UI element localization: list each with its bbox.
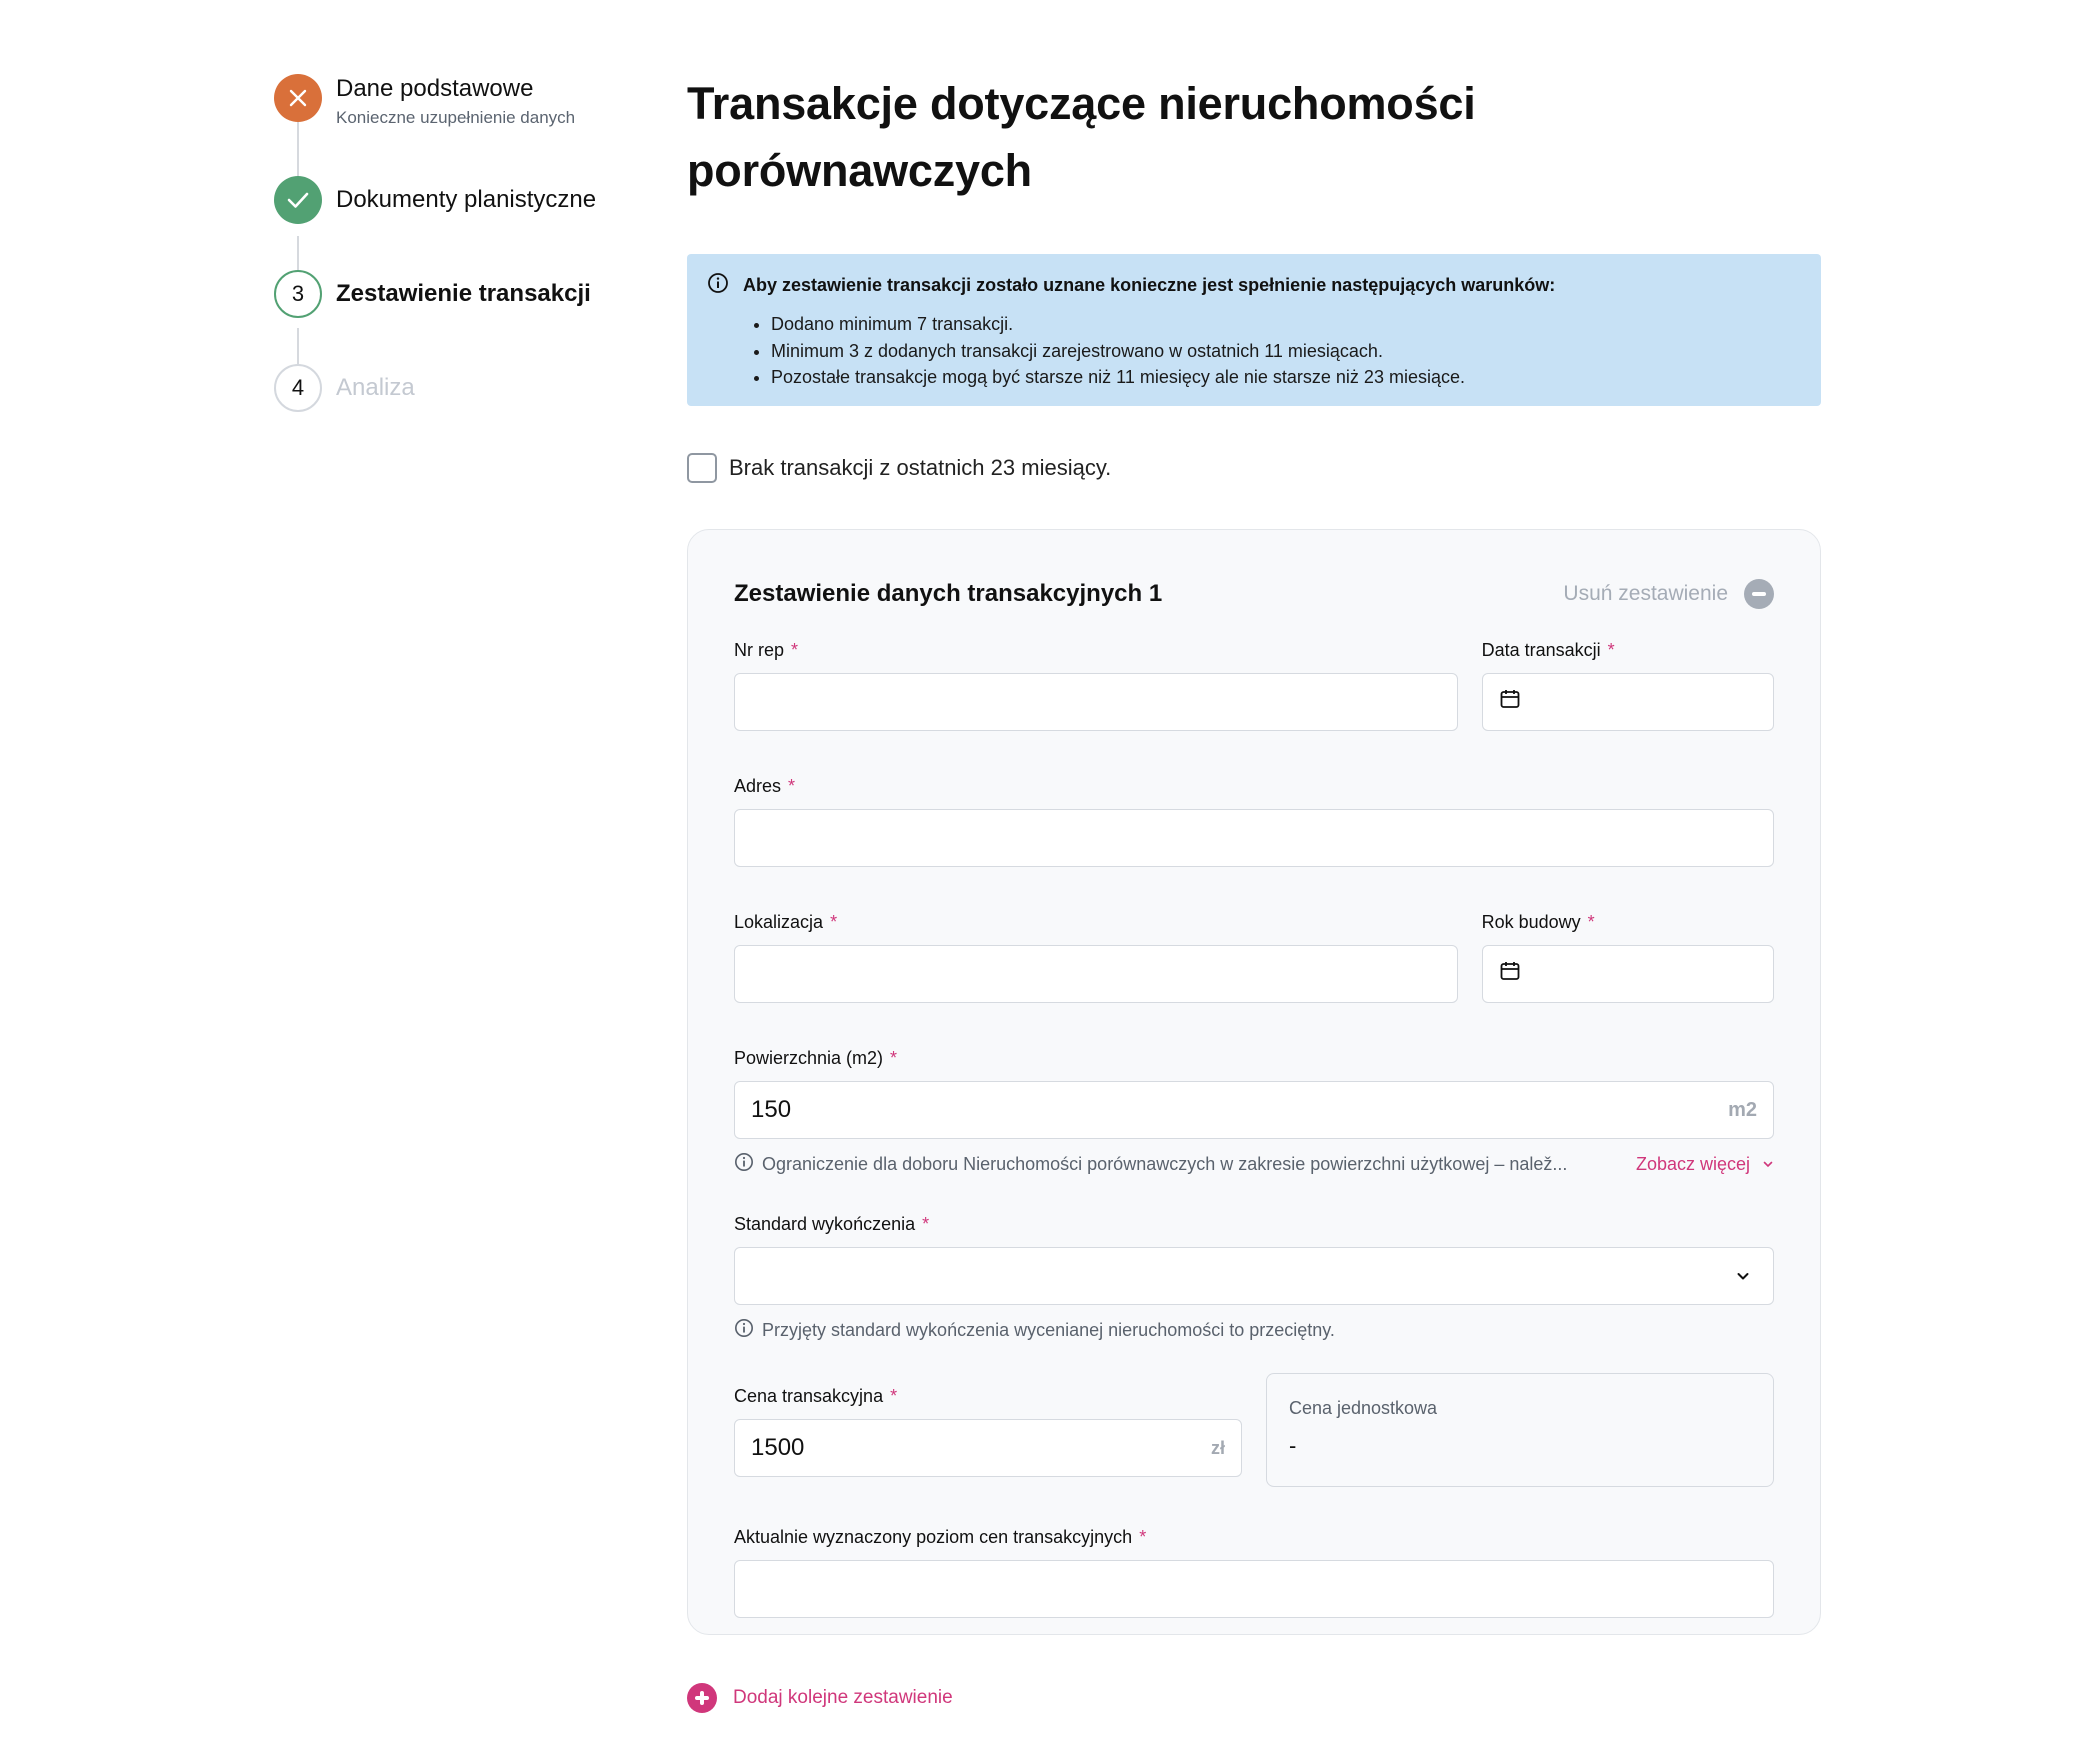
remove-statement-button[interactable]: Usuń zestawienie [1563, 579, 1774, 609]
transaction-price-value: 1500 [751, 1434, 805, 1461]
info-icon [734, 1152, 754, 1177]
address-label: Adres * [734, 776, 796, 796]
see-more-link[interactable]: Zobacz więcej [1636, 1154, 1774, 1175]
alert-item: Dodano minimum 7 transakcji. [771, 311, 1799, 338]
alert-item: Pozostałe transakcje mogą być starsze ni… [771, 364, 1799, 391]
info-alert: Aby zestawienie transakcji zostało uznan… [687, 254, 1821, 406]
info-icon [734, 1318, 754, 1343]
area-label: Powierzchnia (m2) * [734, 1048, 898, 1068]
finish-standard-hint: Przyjęty standard wykończenia wycenianej… [734, 1317, 1774, 1343]
step-dane-podstawowe[interactable]: Dane podstawowe Konieczne uzupełnienie d… [274, 74, 575, 128]
no-transactions-option: Brak transakcji z ostatnich 23 miesiący. [687, 453, 1821, 483]
card-title: Zestawienie danych transakcyjnych 1 [734, 580, 1163, 607]
info-icon [707, 272, 729, 299]
main-content: Transakcje dotyczące nieruchomości porów… [687, 70, 1821, 1713]
transaction-price-input[interactable]: 1500 zł [734, 1419, 1242, 1477]
build-year-input[interactable] [1481, 945, 1774, 1003]
area-value: 150 [751, 1096, 792, 1123]
add-statement-label: Dodaj kolejne zestawienie [733, 1687, 953, 1708]
nr-rep-input[interactable] [734, 673, 1458, 731]
area-hint-text: Ograniczenie dla doboru Nieruchomości po… [762, 1153, 1568, 1174]
minus-circle-icon [1744, 579, 1774, 609]
finish-standard-select[interactable] [734, 1247, 1774, 1305]
finish-standard-hint-text: Przyjęty standard wykończenia wycenianej… [762, 1319, 1335, 1340]
check-icon [274, 176, 322, 224]
nr-rep-label: Nr rep * [734, 640, 799, 660]
address-input[interactable] [734, 809, 1774, 867]
finish-standard-label: Standard wykończenia * [734, 1214, 930, 1234]
step-title: Zestawienie transakcji [336, 280, 591, 307]
plus-circle-icon [687, 1683, 717, 1713]
close-icon [274, 74, 322, 122]
no-transactions-checkbox[interactable] [687, 453, 717, 483]
calendar-icon [1499, 960, 1521, 989]
transaction-price-label: Cena transakcyjna * [734, 1386, 898, 1406]
unit-price-label: Cena jednostkowa [1288, 1398, 1438, 1418]
transaction-date-label: Data transakcji * [1481, 640, 1615, 660]
area-input[interactable]: 150 m2 [734, 1081, 1774, 1139]
unit-price-box: Cena jednostkowa - [1265, 1373, 1774, 1487]
unit-price-value: - [1288, 1433, 1297, 1458]
stepper-connector [297, 122, 299, 182]
step-zestawienie-transakcji[interactable]: 3 Zestawienie transakcji [274, 270, 591, 318]
alert-heading: Aby zestawienie transakcji zostało uznan… [743, 275, 1556, 295]
add-statement-button[interactable]: Dodaj kolejne zestawienie [687, 1683, 1821, 1713]
alert-list: Dodano minimum 7 transakcji. Minimum 3 z… [771, 311, 1799, 391]
step-number: 4 [274, 364, 322, 412]
step-subtitle: Konieczne uzupełnienie danych [336, 108, 576, 127]
step-analiza[interactable]: 4 Analiza [274, 364, 415, 412]
chevron-down-icon [1737, 1273, 1749, 1280]
step-title: Dokumenty planistyczne [336, 186, 597, 213]
no-transactions-label[interactable]: Brak transakcji z ostatnich 23 miesiący. [729, 455, 1111, 481]
chevron-down-icon [1763, 1161, 1773, 1168]
currency-suffix: zł [1210, 1437, 1225, 1458]
step-dokumenty-planistyczne[interactable]: Dokumenty planistyczne [274, 176, 596, 224]
transaction-date-input[interactable] [1481, 673, 1774, 731]
build-year-label: Rok budowy * [1481, 912, 1595, 932]
remove-statement-label: Usuń zestawienie [1563, 582, 1728, 605]
area-hint: Ograniczenie dla doboru Nieruchomości po… [734, 1151, 1774, 1177]
transaction-card: Zestawienie danych transakcyjnych 1 Usuń… [687, 529, 1821, 1635]
location-input[interactable] [734, 945, 1458, 1003]
location-label: Lokalizacja * [734, 912, 838, 932]
step-number: 3 [274, 270, 322, 318]
step-title: Analiza [336, 374, 415, 401]
page-title: Transakcje dotyczące nieruchomości porów… [687, 78, 1476, 196]
calendar-icon [1499, 688, 1521, 717]
step-title: Dane podstawowe [336, 75, 534, 102]
area-unit: m2 [1728, 1098, 1757, 1121]
price-level-input[interactable] [734, 1560, 1774, 1618]
alert-item: Minimum 3 z dodanych transakcji zarejest… [771, 338, 1799, 365]
price-level-label: Aktualnie wyznaczony poziom cen transakc… [734, 1527, 1147, 1547]
